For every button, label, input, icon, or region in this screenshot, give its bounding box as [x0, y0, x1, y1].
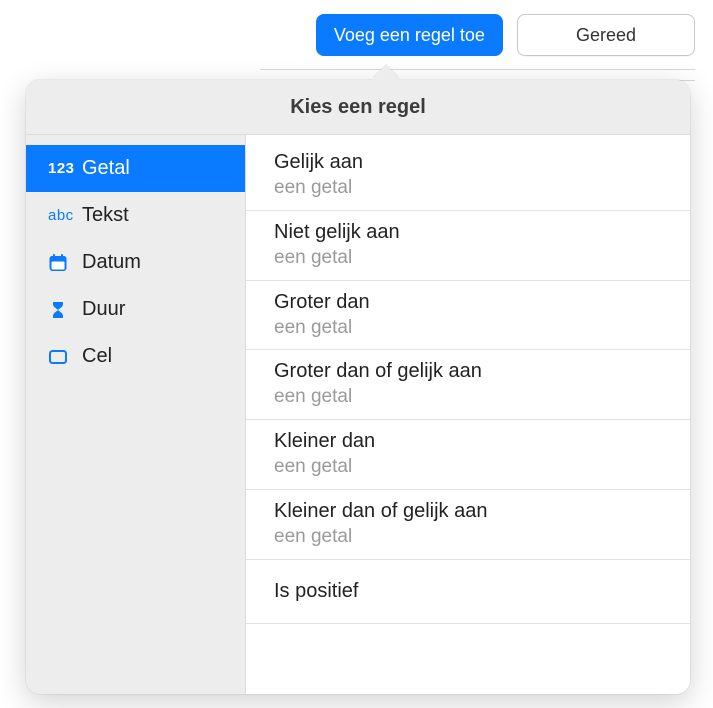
- sidebar-item-label: Datum: [82, 251, 141, 274]
- sidebar-item-label: Tekst: [82, 204, 129, 227]
- rule-option-subtitle: een getal: [274, 455, 662, 479]
- sidebar-item-cell[interactable]: Cel: [26, 333, 245, 380]
- rule-option-subtitle: een getal: [274, 316, 662, 340]
- add-rule-label: Voeg een regel toe: [334, 25, 485, 46]
- rule-option-subtitle: een getal: [274, 176, 662, 200]
- popover-arrow: [373, 62, 399, 80]
- rule-option-not-equal[interactable]: Niet gelijk aan een getal: [246, 211, 690, 281]
- popover-title: Kies een regel: [26, 80, 690, 135]
- rule-option-title: Groter dan of gelijk aan: [274, 358, 662, 385]
- done-label: Gereed: [576, 25, 636, 46]
- popover-body: 123 Getal abc Tekst Datum Duur: [26, 135, 690, 694]
- rule-option-greater-than[interactable]: Groter dan een getal: [246, 281, 690, 351]
- divider: [260, 69, 695, 70]
- toolbar: Voeg een regel toe Gereed: [316, 14, 695, 56]
- rule-option-is-positive[interactable]: Is positief: [246, 560, 690, 624]
- done-button[interactable]: Gereed: [517, 14, 695, 56]
- sidebar-item-date[interactable]: Datum: [26, 239, 245, 286]
- rule-option-title: Is positief: [274, 578, 662, 605]
- rule-option-title: Kleiner dan: [274, 428, 662, 455]
- rule-popover: Kies een regel 123 Getal abc Tekst Datum: [26, 80, 690, 694]
- rule-option-less-or-equal[interactable]: Kleiner dan of gelijk aan een getal: [246, 490, 690, 560]
- number-icon: 123: [48, 160, 82, 177]
- rule-option-subtitle: een getal: [274, 385, 662, 409]
- rule-option-subtitle: een getal: [274, 525, 662, 549]
- rule-option-equal[interactable]: Gelijk aan een getal: [246, 141, 690, 211]
- cell-icon: [48, 347, 82, 367]
- sidebar-item-number[interactable]: 123 Getal: [26, 145, 245, 192]
- sidebar-item-text[interactable]: abc Tekst: [26, 192, 245, 239]
- rule-option-greater-or-equal[interactable]: Groter dan of gelijk aan een getal: [246, 350, 690, 420]
- rule-category-sidebar: 123 Getal abc Tekst Datum Duur: [26, 135, 246, 694]
- sidebar-item-label: Getal: [82, 157, 130, 180]
- rule-options-list[interactable]: Gelijk aan een getal Niet gelijk aan een…: [246, 135, 690, 694]
- text-icon: abc: [48, 207, 82, 224]
- add-rule-button[interactable]: Voeg een regel toe: [316, 14, 503, 56]
- hourglass-icon: [48, 300, 82, 320]
- rule-option-less-than[interactable]: Kleiner dan een getal: [246, 420, 690, 490]
- rule-option-title: Niet gelijk aan: [274, 219, 662, 246]
- rule-option-subtitle: een getal: [274, 246, 662, 270]
- sidebar-item-label: Duur: [82, 298, 125, 321]
- sidebar-item-duration[interactable]: Duur: [26, 286, 245, 333]
- rule-option-title: Gelijk aan: [274, 149, 662, 176]
- rule-option-title: Groter dan: [274, 289, 662, 316]
- sidebar-item-label: Cel: [82, 345, 112, 368]
- rule-option-title: Kleiner dan of gelijk aan: [274, 498, 662, 525]
- calendar-icon: [48, 253, 82, 273]
